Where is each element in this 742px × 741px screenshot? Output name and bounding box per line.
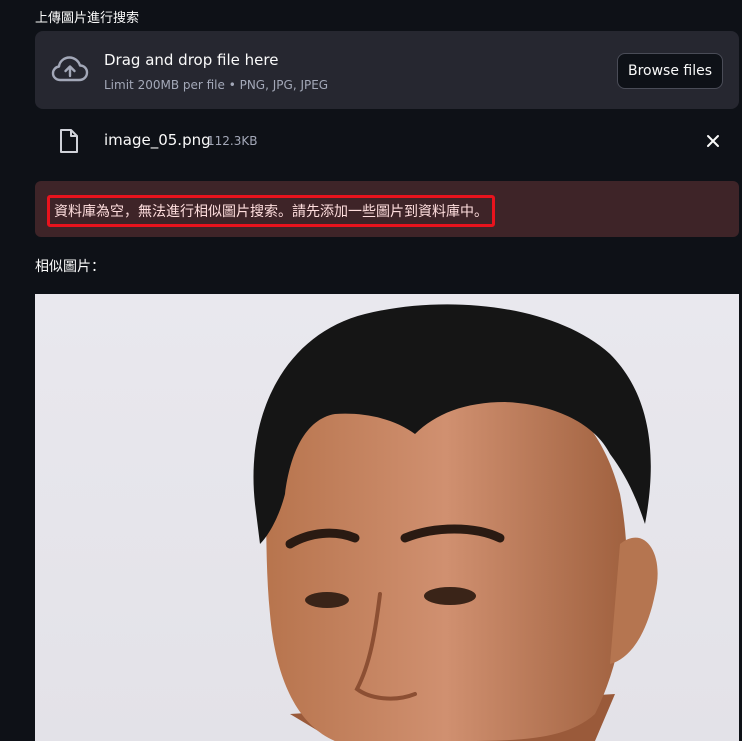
dropzone-title: Drag and drop file here (104, 51, 279, 69)
cloud-upload-icon (51, 55, 89, 85)
browse-files-button[interactable]: Browse files (617, 53, 723, 89)
uploaded-file-size: 112.3KB (207, 134, 258, 148)
error-message: 資料庫為空，無法進行相似圖片搜索。請先添加一些圖片到資料庫中。 (47, 195, 495, 227)
app-page: 上傳圖片進行搜索 Drag and drop file here Limit 2… (0, 0, 742, 741)
uploader-label: 上傳圖片進行搜索 (35, 11, 140, 26)
file-dropzone[interactable]: Drag and drop file here Limit 200MB per … (35, 31, 739, 109)
close-icon[interactable] (702, 130, 724, 152)
dropzone-limit-text: Limit 200MB per file • PNG, JPG, JPEG (104, 78, 329, 92)
uploaded-file-row: image_05.png 112.3KB (35, 122, 739, 162)
file-icon (59, 128, 79, 154)
error-alert: 資料庫為空，無法進行相似圖片搜索。請先添加一些圖片到資料庫中。 (35, 181, 739, 237)
similar-images-label: 相似圖片： (35, 259, 105, 275)
uploaded-file-name: image_05.png (104, 131, 211, 149)
similar-image (35, 294, 739, 741)
